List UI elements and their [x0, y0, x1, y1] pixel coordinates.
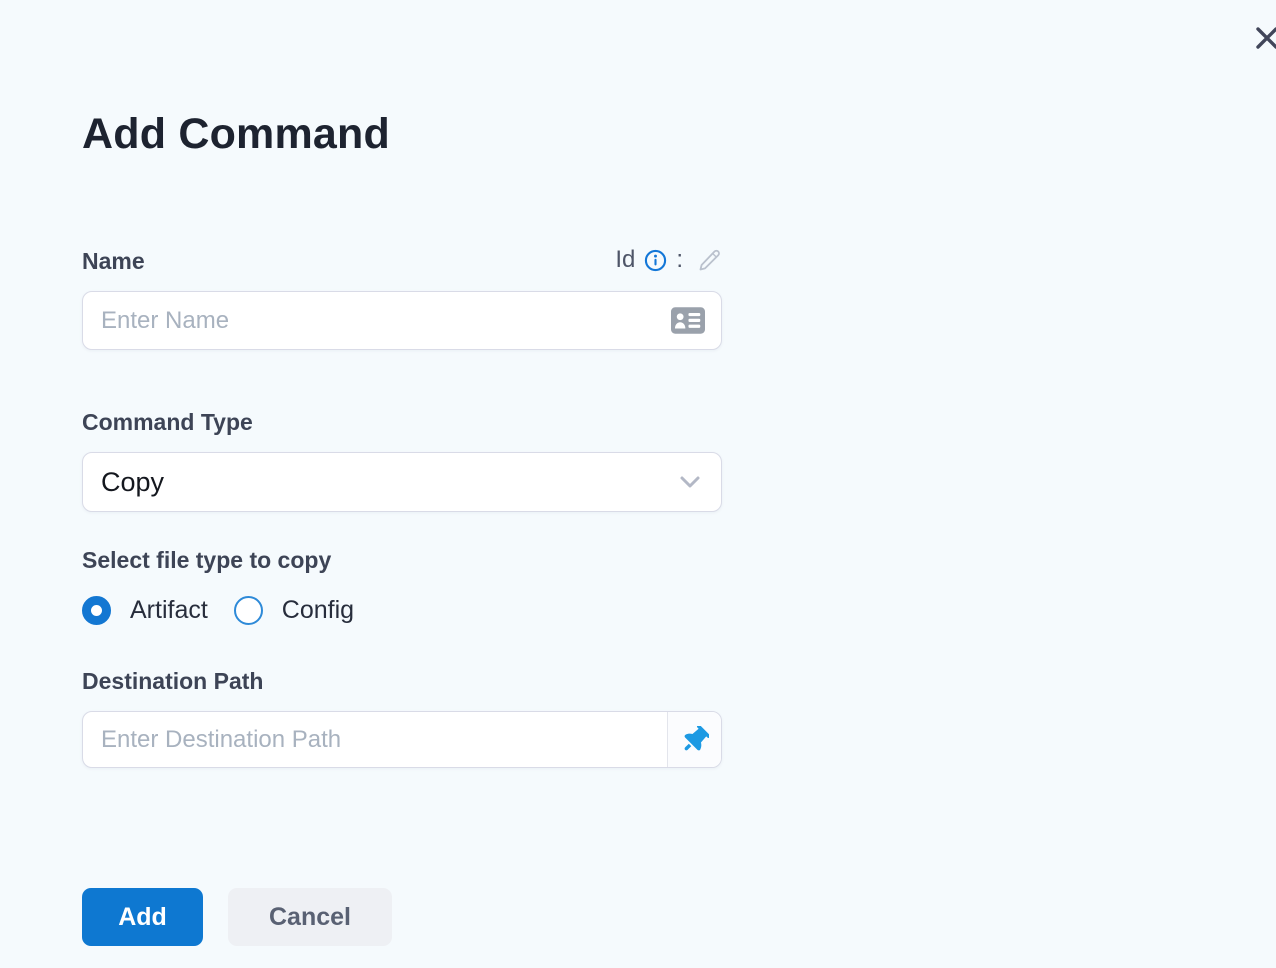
- id-label: Id: [615, 246, 636, 273]
- add-button[interactable]: Add: [82, 888, 203, 946]
- pin-addon-button[interactable]: [667, 712, 721, 767]
- command-type-label: Command Type: [82, 409, 253, 435]
- file-type-radio-group: Artifact Config: [82, 596, 354, 625]
- destination-path-input[interactable]: [83, 712, 667, 767]
- info-icon[interactable]: [644, 249, 667, 272]
- name-input[interactable]: [83, 292, 671, 349]
- close-button[interactable]: [1253, 24, 1276, 52]
- radio-config-unchecked[interactable]: [233, 596, 263, 625]
- name-id-row: Id :: [82, 246, 722, 274]
- cancel-button[interactable]: Cancel: [228, 888, 392, 946]
- name-input-wrap: [82, 291, 722, 350]
- id-colon: :: [676, 246, 683, 273]
- action-buttons: Add Cancel: [82, 888, 392, 946]
- destination-path-label: Destination Path: [82, 668, 264, 694]
- edit-pencil-icon[interactable]: [698, 248, 722, 272]
- file-type-label: Select file type to copy: [82, 547, 332, 573]
- command-type-selected-value: Copy: [101, 466, 165, 497]
- add-command-dialog: { "dialog": { "title": "Add Command" }, …: [0, 0, 1276, 968]
- radio-option-config[interactable]: Config: [233, 596, 355, 625]
- radio-option-artifact[interactable]: Artifact: [82, 596, 208, 625]
- command-type-select[interactable]: Copy: [82, 452, 722, 512]
- radio-artifact-checked[interactable]: [82, 596, 111, 625]
- close-icon: [1253, 24, 1276, 52]
- dialog-title: Add Command: [82, 110, 390, 158]
- radio-config-label: Config: [281, 596, 355, 624]
- radio-artifact-label: Artifact: [130, 596, 208, 624]
- contact-card-icon: [671, 307, 705, 334]
- pushpin-icon: [681, 725, 709, 754]
- chevron-down-icon: [679, 475, 701, 489]
- destination-input-wrap: [82, 711, 722, 768]
